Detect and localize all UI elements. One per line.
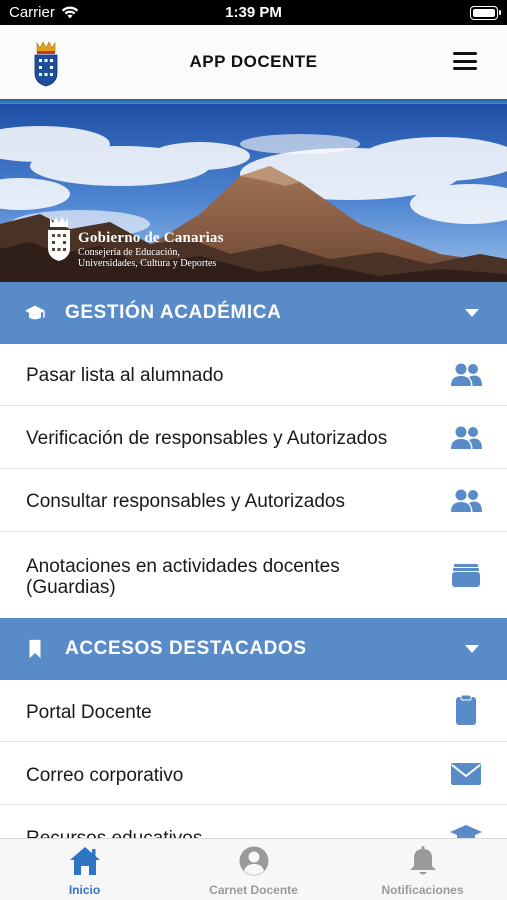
tab-label: Inicio (68, 883, 101, 897)
archive-icon (452, 564, 480, 587)
mountain-landscape-image (0, 104, 507, 282)
list-item-consultar[interactable]: Consultar responsables y Autorizados (0, 469, 507, 532)
banner-caption: Gobierno de Canarias Consejería de Educa… (78, 230, 224, 269)
hero-banner: Gobierno de Canarias Consejería de Educa… (0, 104, 507, 282)
user-circle-icon (239, 846, 268, 876)
chevron-down-icon (465, 645, 479, 653)
users-icon (451, 363, 482, 386)
list-item-label: Correo corporativo (26, 765, 184, 786)
list-item-label-line2: (Guardias) (26, 577, 116, 598)
clipboard-icon (456, 694, 476, 725)
tab-label: Carnet Docente (209, 883, 298, 897)
tab-notificaciones[interactable]: Notificaciones (338, 839, 507, 900)
banner-org-name: Gobierno de Canarias (78, 230, 224, 246)
list-item-label-line1: Anotaciones en actividades docentes (26, 556, 340, 577)
section-header-gestion-academica[interactable]: GESTIÓN ACADÉMICA (0, 282, 507, 344)
hamburger-icon (453, 52, 477, 55)
list-item-portal-docente[interactable]: Portal Docente (0, 680, 507, 742)
menu-button[interactable] (453, 52, 477, 70)
envelope-icon (451, 763, 481, 785)
bell-icon (409, 846, 436, 875)
banner-subtitle-2: Universidades, Cultura y Deportes (78, 258, 217, 269)
list-item-pasar-lista[interactable]: Pasar lista al alumnado (0, 344, 507, 406)
tab-carnet-docente[interactable]: Carnet Docente (169, 839, 338, 900)
clock: 1:39 PM (225, 4, 282, 21)
list-item-label: Consultar responsables y Autorizados (26, 491, 345, 512)
banner-subtitle-1: Consejería de Educación, (78, 247, 180, 258)
status-bar: Carrier 1:39 PM (0, 0, 507, 25)
tab-inicio[interactable]: Inicio (0, 839, 169, 900)
government-seal-icon (48, 217, 70, 261)
list-item-label: Pasar lista al alumnado (26, 365, 224, 386)
list-item-correo-corporativo[interactable]: Correo corporativo (0, 742, 507, 805)
list-item-label: Verificación de responsables y Autorizad… (26, 428, 388, 449)
list-item-label: Portal Docente (26, 702, 152, 723)
battery-icon (470, 6, 501, 20)
home-icon (69, 847, 100, 875)
section-title: ACCESOS DESTACADOS (65, 638, 307, 659)
section-header-accesos-destacados[interactable]: ACCESOS DESTACADOS (0, 618, 507, 680)
bottom-tab-bar: Inicio Carnet Docente Notificaciones (0, 838, 507, 900)
bookmark-icon (29, 639, 41, 659)
list-item-verificacion[interactable]: Verificación de responsables y Autorizad… (0, 406, 507, 469)
page-title: APP DOCENTE (189, 52, 318, 71)
tab-label: Notificaciones (381, 883, 464, 897)
app-header: APP DOCENTE (0, 25, 507, 101)
graduation-cap-icon (24, 305, 46, 320)
chevron-down-icon (465, 309, 479, 317)
users-icon (451, 489, 482, 512)
list-item-label: Anotaciones en actividades docentes (Gua… (26, 556, 340, 598)
section-title: GESTIÓN ACADÉMICA (65, 302, 282, 323)
users-icon (451, 426, 482, 449)
list-item-anotaciones[interactable]: Anotaciones en actividades docentes (Gua… (0, 532, 507, 618)
